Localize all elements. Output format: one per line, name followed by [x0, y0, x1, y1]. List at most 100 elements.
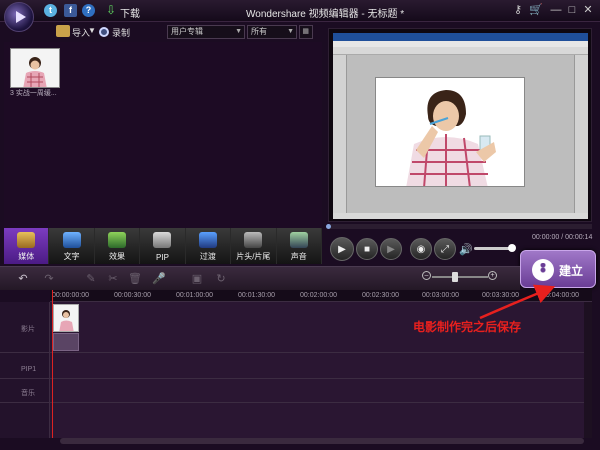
person-photo [11, 49, 59, 87]
preview-app-titlebar [333, 33, 588, 41]
create-button[interactable]: 建立 [520, 250, 596, 288]
ruler-tick: 00:04:00:00 [542, 292, 579, 299]
transition-icon [198, 232, 217, 248]
text-icon [62, 232, 81, 248]
record-icon[interactable] [99, 27, 109, 37]
next-frame-icon: ▶ [387, 244, 395, 255]
person-photo [376, 78, 524, 186]
tab-sound[interactable]: 声音 [276, 228, 322, 264]
media-library: 3 实战一周缓... [4, 42, 322, 228]
edit-icon[interactable]: ✎ [84, 272, 98, 286]
volume-icon[interactable]: 🔊 [459, 243, 473, 256]
maximize-button[interactable]: □ [564, 3, 580, 18]
annotation-text: 电影制作完之后保存 [413, 320, 522, 334]
redo-icon[interactable]: ↷ [42, 272, 56, 286]
zoom-slider-handle[interactable] [452, 272, 458, 282]
media-icon [17, 232, 36, 248]
stop-button[interactable]: ■ [356, 238, 378, 260]
crop-icon[interactable]: ▣ [190, 272, 204, 286]
filter-select-value: 所有 [251, 27, 267, 36]
timeline-toolbar: ↶ ↷ ✎ ✂ 🗑 🎤 ▣ ↻ [0, 266, 520, 290]
scrubber-handle[interactable] [326, 224, 331, 229]
fullscreen-button[interactable]: ⤢ [434, 238, 456, 260]
timeline-horizontal-scrollbar[interactable] [60, 438, 584, 444]
video-clip[interactable] [53, 304, 79, 332]
chevron-down-icon: ▼ [235, 28, 242, 35]
twitter-icon[interactable]: t [44, 4, 57, 17]
audio-clip[interactable] [53, 333, 79, 351]
preview-app-toolbox [333, 55, 347, 219]
tab-effects[interactable]: 效果 [94, 228, 141, 264]
volume-slider-handle[interactable] [508, 244, 516, 252]
delete-icon[interactable]: 🗑 [128, 272, 142, 286]
media-toolbar: 导入 ▼ 录制 用户专辑 ▼ 所有 ▼ ▦ [0, 22, 322, 42]
undo-icon[interactable]: ↶ [16, 272, 30, 286]
snapshot-button[interactable]: ◉ [410, 238, 432, 260]
preview-app-panel [574, 55, 588, 219]
minimize-button[interactable]: — [548, 3, 564, 18]
key-icon[interactable]: ⚷ [510, 3, 526, 18]
tab-sound-label: 声音 [290, 252, 307, 261]
ruler-tick: 00:02:00:00 [300, 292, 337, 299]
preview-app-options [333, 47, 588, 55]
import-icon[interactable] [56, 25, 70, 37]
microphone-icon[interactable]: 🎤 [152, 272, 166, 286]
zoom-out-icon[interactable]: – [422, 271, 431, 280]
zoom-slider[interactable] [432, 276, 488, 278]
timeline-vertical-scrollbar[interactable] [584, 302, 592, 438]
category-tabs: 媒体 文字 效果 PIP 过渡 片头/片尾 声音 [4, 228, 322, 264]
tab-text-label: 文字 [63, 252, 80, 261]
view-icon: ▦ [302, 28, 309, 35]
ruler-tick: 00:03:00:00 [422, 292, 459, 299]
intro-outro-icon [244, 232, 263, 248]
album-select[interactable]: 用户专辑 ▼ [167, 25, 245, 39]
tab-pip-label: PIP [156, 253, 169, 262]
preview-scrubber[interactable] [328, 224, 592, 229]
facebook-icon[interactable]: f [64, 4, 77, 17]
preview-window [328, 28, 592, 222]
stop-icon: ■ [363, 244, 371, 255]
app-logo [4, 2, 34, 32]
close-button[interactable]: ✕ [580, 3, 596, 18]
help-icon[interactable]: ? [82, 4, 95, 17]
effects-icon [108, 232, 127, 248]
zoom-in-icon[interactable]: + [488, 271, 497, 280]
view-toggle[interactable]: ▦ [299, 25, 313, 39]
rotate-icon[interactable]: ↻ [214, 272, 228, 286]
download-label[interactable]: 下载 [120, 5, 140, 20]
album-select-value: 用户专辑 [171, 27, 203, 36]
track-divider [0, 402, 592, 403]
camera-icon: ◉ [416, 244, 426, 255]
download-icon[interactable]: ⇩ [106, 4, 118, 17]
play-icon: ▶ [338, 244, 346, 255]
play-button[interactable]: ▶ [330, 237, 354, 261]
tab-media[interactable]: 媒体 [4, 228, 50, 264]
import-dropdown-icon[interactable]: ▼ [88, 26, 96, 35]
playhead[interactable] [52, 290, 53, 438]
ruler-tick: 00:03:30:00 [482, 292, 519, 299]
sound-icon [289, 232, 308, 248]
preview-video-frame [333, 33, 588, 219]
tab-pip[interactable]: PIP [140, 228, 186, 264]
cart-icon[interactable]: 🛒 [528, 3, 544, 18]
track-headers: 影片 PIP1 音乐 [0, 302, 50, 438]
title-bar: t f ? ⇩ 下载 Wondershare 视频编辑器 - 无标题 * ⚷ 🛒… [0, 0, 600, 22]
filter-select[interactable]: 所有 ▼ [247, 25, 297, 39]
media-thumbnail[interactable] [10, 48, 60, 88]
clip-thumbnail [54, 305, 78, 331]
film-reel-icon [532, 259, 554, 281]
next-frame-button[interactable]: ▶ [380, 238, 402, 260]
tab-intro-outro[interactable]: 片头/片尾 [231, 228, 277, 264]
ruler-tick: 00:00:00:00 [52, 292, 89, 299]
tab-text[interactable]: 文字 [49, 228, 95, 264]
cut-icon[interactable]: ✂ [106, 272, 120, 286]
record-button[interactable]: 录制 [112, 26, 130, 39]
app-window: t f ? ⇩ 下载 Wondershare 视频编辑器 - 无标题 * ⚷ 🛒… [0, 0, 600, 450]
window-title: Wondershare 视频编辑器 - 无标题 * [246, 9, 405, 20]
tab-transition[interactable]: 过渡 [185, 228, 232, 264]
create-button-label: 建立 [559, 264, 584, 278]
track-label-video: 影片 [21, 326, 35, 333]
track-label-music: 音乐 [21, 390, 35, 397]
tab-intro-outro-label: 片头/片尾 [236, 252, 271, 261]
ruler-tick: 00:00:30:00 [114, 292, 151, 299]
